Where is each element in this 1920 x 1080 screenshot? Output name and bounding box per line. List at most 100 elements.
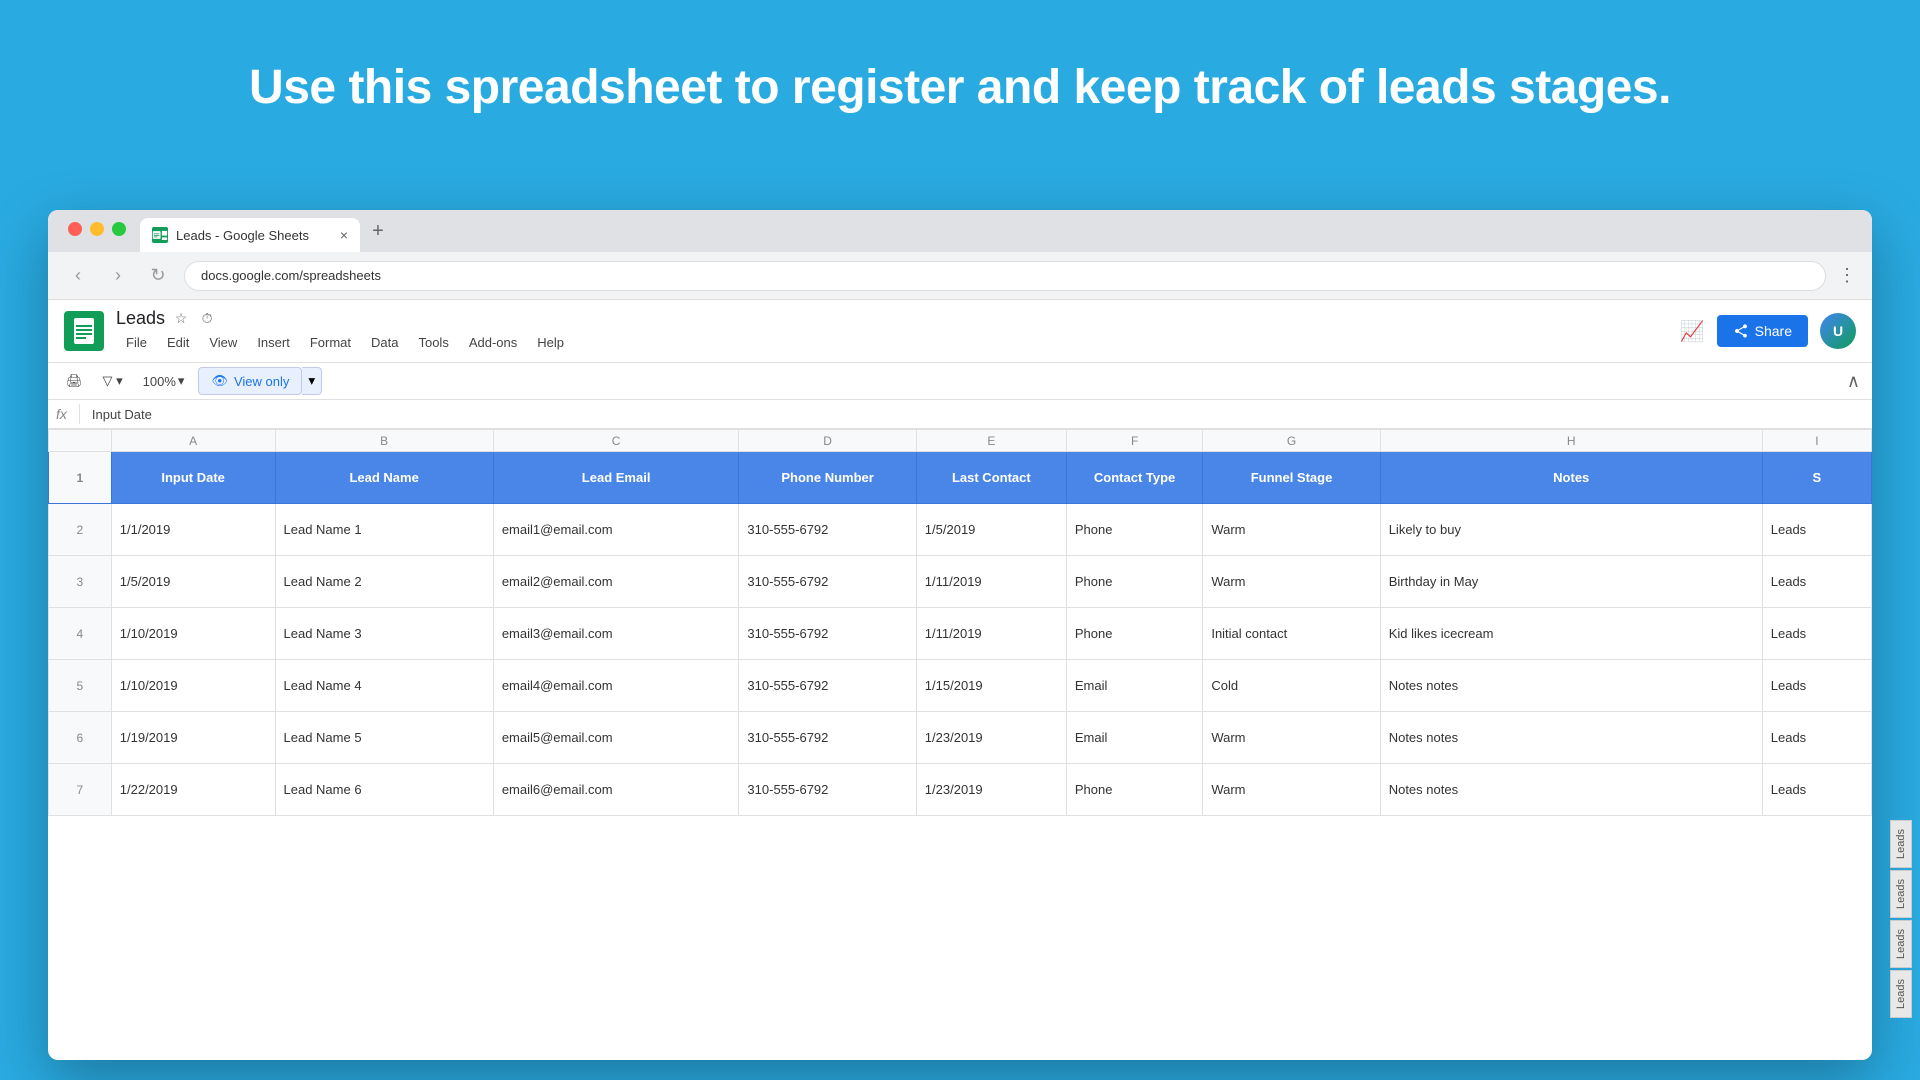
menu-view[interactable]: View xyxy=(199,331,247,354)
cell-lead-email-4[interactable]: email3@email.com xyxy=(493,608,739,660)
trend-icon[interactable]: 📈 xyxy=(1680,319,1705,344)
sheet-tab-1[interactable]: Leads xyxy=(1890,820,1912,868)
cell-contact-type-6[interactable]: Email xyxy=(1066,712,1202,764)
user-avatar[interactable]: U xyxy=(1820,313,1856,349)
cell-funnel-stage-5[interactable]: Cold xyxy=(1203,660,1380,712)
cell-funnel-stage-2[interactable]: Warm xyxy=(1203,504,1380,556)
back-button[interactable]: ‹ xyxy=(64,265,92,286)
cell-contact-type-2[interactable]: Phone xyxy=(1066,504,1202,556)
col-header-i[interactable]: I xyxy=(1762,430,1871,452)
browser-menu-icon[interactable]: ⋮ xyxy=(1838,265,1856,286)
cell-lead-name-4[interactable]: Lead Name 3 xyxy=(275,608,493,660)
col-header-g[interactable]: G xyxy=(1203,430,1380,452)
cell-tag-3[interactable]: Leads xyxy=(1762,556,1871,608)
cell-last-contact-4[interactable]: 1/11/2019 xyxy=(916,608,1066,660)
cell-notes-7[interactable]: Notes notes xyxy=(1380,764,1762,816)
cell-input-date-6[interactable]: 1/19/2019 xyxy=(111,712,275,764)
col-header-c[interactable]: C xyxy=(493,430,739,452)
toolbar-collapse-button[interactable]: ∧ xyxy=(1847,371,1860,392)
menu-file[interactable]: File xyxy=(116,331,157,354)
address-input[interactable] xyxy=(184,261,1826,291)
cell-tag-4[interactable]: Leads xyxy=(1762,608,1871,660)
cell-notes-3[interactable]: Birthday in May xyxy=(1380,556,1762,608)
cell-lead-email-2[interactable]: email1@email.com xyxy=(493,504,739,556)
menu-insert[interactable]: Insert xyxy=(247,331,300,354)
cell-notes-5[interactable]: Notes notes xyxy=(1380,660,1762,712)
cell-phone-7[interactable]: 310-555-6792 xyxy=(739,764,916,816)
cell-last-contact-2[interactable]: 1/5/2019 xyxy=(916,504,1066,556)
cell-last-contact-5[interactable]: 1/15/2019 xyxy=(916,660,1066,712)
star-icon[interactable]: ☆ xyxy=(171,309,191,329)
cell-lead-email-5[interactable]: email4@email.com xyxy=(493,660,739,712)
cell-tag-2[interactable]: Leads xyxy=(1762,504,1871,556)
menu-help[interactable]: Help xyxy=(527,331,574,354)
cell-funnel-stage-6[interactable]: Warm xyxy=(1203,712,1380,764)
cell-funnel-stage-7[interactable]: Warm xyxy=(1203,764,1380,816)
filter-button[interactable]: ▽ ▾ xyxy=(97,369,129,393)
history-icon[interactable]: ⏱ xyxy=(197,309,217,329)
cell-input-date-3[interactable]: 1/5/2019 xyxy=(111,556,275,608)
cell-lead-name-6[interactable]: Lead Name 5 xyxy=(275,712,493,764)
forward-button[interactable]: › xyxy=(104,265,132,286)
close-button[interactable] xyxy=(68,222,82,236)
cell-phone-5[interactable]: 310-555-6792 xyxy=(739,660,916,712)
cell-lead-email-3[interactable]: email2@email.com xyxy=(493,556,739,608)
cell-last-contact-6[interactable]: 1/23/2019 xyxy=(916,712,1066,764)
print-button[interactable]: 🖨 xyxy=(60,369,89,393)
col-header-d[interactable]: D xyxy=(739,430,916,452)
menu-format[interactable]: Format xyxy=(300,331,361,354)
share-button[interactable]: Share xyxy=(1717,315,1808,347)
cell-tag-6[interactable]: Leads xyxy=(1762,712,1871,764)
cell-lead-name-5[interactable]: Lead Name 4 xyxy=(275,660,493,712)
menu-addons[interactable]: Add-ons xyxy=(459,331,527,354)
cell-contact-type-5[interactable]: Email xyxy=(1066,660,1202,712)
col-header-b[interactable]: B xyxy=(275,430,493,452)
cell-tag-7[interactable]: Leads xyxy=(1762,764,1871,816)
cell-phone-2[interactable]: 310-555-6792 xyxy=(739,504,916,556)
table-row[interactable]: 6 1/19/2019 Lead Name 5 email5@email.com… xyxy=(49,712,1872,764)
table-row[interactable]: 2 1/1/2019 Lead Name 1 email1@email.com … xyxy=(49,504,1872,556)
col-header-f[interactable]: F xyxy=(1066,430,1202,452)
table-row[interactable]: 5 1/10/2019 Lead Name 4 email4@email.com… xyxy=(49,660,1872,712)
col-header-e[interactable]: E xyxy=(916,430,1066,452)
refresh-button[interactable]: ↻ xyxy=(144,265,172,286)
col-header-h[interactable]: H xyxy=(1380,430,1762,452)
cell-tag-5[interactable]: Leads xyxy=(1762,660,1871,712)
sheet-tab-3[interactable]: Leads xyxy=(1890,920,1912,968)
cell-notes-6[interactable]: Notes notes xyxy=(1380,712,1762,764)
table-row[interactable]: 4 1/10/2019 Lead Name 3 email3@email.com… xyxy=(49,608,1872,660)
cell-contact-type-4[interactable]: Phone xyxy=(1066,608,1202,660)
cell-input-date-5[interactable]: 1/10/2019 xyxy=(111,660,275,712)
view-only-dropdown[interactable]: ▾ xyxy=(302,367,322,395)
cell-phone-3[interactable]: 310-555-6792 xyxy=(739,556,916,608)
minimize-button[interactable] xyxy=(90,222,104,236)
maximize-button[interactable] xyxy=(112,222,126,236)
table-row[interactable]: 7 1/22/2019 Lead Name 6 email6@email.com… xyxy=(49,764,1872,816)
tab-close-icon[interactable]: × xyxy=(340,227,348,243)
cell-notes-4[interactable]: Kid likes icecream xyxy=(1380,608,1762,660)
active-tab[interactable]: Leads - Google Sheets × xyxy=(140,218,360,252)
cell-lead-email-6[interactable]: email5@email.com xyxy=(493,712,739,764)
menu-data[interactable]: Data xyxy=(361,331,408,354)
cell-phone-4[interactable]: 310-555-6792 xyxy=(739,608,916,660)
cell-lead-name-7[interactable]: Lead Name 6 xyxy=(275,764,493,816)
cell-input-date-2[interactable]: 1/1/2019 xyxy=(111,504,275,556)
cell-phone-6[interactable]: 310-555-6792 xyxy=(739,712,916,764)
cell-contact-type-3[interactable]: Phone xyxy=(1066,556,1202,608)
sheet-tab-2[interactable]: Leads xyxy=(1890,870,1912,918)
menu-edit[interactable]: Edit xyxy=(157,331,199,354)
cell-lead-email-7[interactable]: email6@email.com xyxy=(493,764,739,816)
view-only-button[interactable]: 👁 View only xyxy=(198,367,302,395)
table-row[interactable]: 3 1/5/2019 Lead Name 2 email2@email.com … xyxy=(49,556,1872,608)
cell-notes-2[interactable]: Likely to buy xyxy=(1380,504,1762,556)
col-header-a[interactable]: A xyxy=(111,430,275,452)
cell-funnel-stage-4[interactable]: Initial contact xyxy=(1203,608,1380,660)
cell-input-date-7[interactable]: 1/22/2019 xyxy=(111,764,275,816)
menu-tools[interactable]: Tools xyxy=(408,331,458,354)
cell-input-date-4[interactable]: 1/10/2019 xyxy=(111,608,275,660)
cell-contact-type-7[interactable]: Phone xyxy=(1066,764,1202,816)
cell-last-contact-7[interactable]: 1/23/2019 xyxy=(916,764,1066,816)
cell-last-contact-3[interactable]: 1/11/2019 xyxy=(916,556,1066,608)
cell-funnel-stage-3[interactable]: Warm xyxy=(1203,556,1380,608)
cell-lead-name-2[interactable]: Lead Name 1 xyxy=(275,504,493,556)
